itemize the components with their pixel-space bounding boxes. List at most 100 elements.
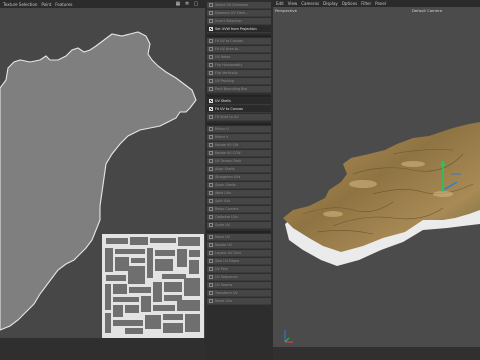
uv-command-item[interactable]: Select UV Elements [207,2,271,9]
uv-command-item[interactable]: Transform UV [207,290,271,297]
grid-icon[interactable]: ▦ [175,1,181,7]
uv-command-item[interactable]: UV Sequence [207,274,271,281]
uv-command-label: Fit Shell to UV [215,115,239,119]
viewport-menu-panel[interactable]: Panel [375,1,386,6]
uv-command-item[interactable]: Set UVW from Projection [207,26,271,33]
viewport-camera-name[interactable]: Default Camera [412,8,442,13]
viewport-menu-options[interactable]: Options [342,1,357,6]
uv-command-label: Flip Horizontally [215,63,243,67]
menu-separator [207,123,271,125]
settings-icon[interactable]: ✲ [184,1,190,7]
viewport-canvas[interactable] [273,14,480,347]
uv-command-item[interactable]: Straighten UVs [207,174,271,181]
axis-indicator [284,330,293,343]
uv-menu-features[interactable]: Features [55,2,72,7]
menu-separator [207,35,271,37]
uv-command-item[interactable]: UV Seams [207,282,271,289]
uv-command-item[interactable]: UV Packing [207,78,271,85]
uv-command-item[interactable]: Optimize UVs [207,214,271,221]
viewport-menu-view[interactable]: View [288,1,298,6]
menu-separator [207,95,271,97]
uv-command-item[interactable]: Stack Shells [207,182,271,189]
uv-editor-toolbar: ▦ ✲ ▢ [175,1,199,7]
terrain-render [283,122,480,343]
uv-command-item[interactable]: UV Relax [207,54,271,61]
viewport-menu-filter[interactable]: Filter [361,1,371,6]
uv-command-item[interactable]: UV Shells [207,98,271,105]
viewport-menu-cameras[interactable]: Cameras [301,1,319,6]
uv-command-item[interactable]: Weld UVs [207,190,271,197]
command-icon [209,39,213,43]
uv-command-item[interactable]: UV Peel [207,266,271,273]
uv-command-label: UV Relax [215,55,231,59]
uv-command-label: Mirror U [215,127,229,131]
close-icon[interactable]: ▢ [193,1,199,7]
uv-command-label: UV Peel [215,267,228,271]
uv-command-label: UV Packing [215,79,234,83]
uv-command-item[interactable]: Invert Selection [207,18,271,25]
uv-command-item[interactable]: Reset UVs [207,298,271,305]
3d-viewport: Edit View Cameras Display Options Filter… [273,0,480,360]
command-icon [209,79,213,83]
command-icon [209,19,213,23]
uv-command-item[interactable]: Rotate UV [207,242,271,249]
uv-menu-texture-selection[interactable]: Texture Selection [3,2,37,7]
uv-command-item[interactable]: Fit UV Area to... [207,46,271,53]
uv-command-item[interactable]: Relax Corners [207,206,271,213]
viewport-menu-edit[interactable]: Edit [276,1,284,6]
command-icon [209,99,213,103]
uv-command-item[interactable]: UV Terrain Pack [207,158,271,165]
uv-command-label: Weld UVs [215,191,231,195]
uv-command-label: UV Sequence [215,275,238,279]
uv-command-item[interactable]: Flip Vertically [207,70,271,77]
command-icon [209,199,213,203]
command-icon [209,251,213,255]
uv-command-label: Reset UVs [215,299,233,303]
uv-command-item[interactable]: Flip Horizontally [207,62,271,69]
uv-command-item[interactable]: Fit UV to Canvas [207,38,271,45]
command-icon [209,259,213,263]
uv-command-label: Fit UV to Canvas [215,107,243,111]
uv-command-label: Move UV [215,235,230,239]
uv-command-item[interactable]: Rotate 90 CW [207,142,271,149]
command-icon [209,183,213,187]
command-icon [209,175,213,179]
command-icon [209,63,213,67]
command-icon [209,71,213,75]
command-icon [209,87,213,91]
viewport-menu-display[interactable]: Display [323,1,338,6]
command-icon [209,299,213,303]
command-icon [209,55,213,59]
uv-command-label: Invert Selection [215,19,242,23]
uv-command-label: Flip Vertically [215,71,238,75]
uv-command-item[interactable]: Scale UV [207,222,271,229]
uv-command-item[interactable]: Mirror U [207,126,271,133]
uv-canvas[interactable] [0,8,205,338]
uv-command-item[interactable]: Mirror V [207,134,271,141]
uv-command-label: Sew UV Edges [215,259,240,263]
command-icon [209,127,213,131]
uv-command-item[interactable]: Move UV [207,234,271,241]
command-icon [209,167,213,171]
viewport-statusbar [273,347,480,360]
command-icon [209,275,213,279]
command-icon [209,115,213,119]
command-icon [209,243,213,247]
command-icon [209,143,213,147]
uv-command-item[interactable]: Pack Bounding Box [207,86,271,93]
uv-command-item[interactable]: Split UVs [207,198,271,205]
uv-command-item[interactable]: Rotate 90 CCW [207,150,271,157]
uv-menu-point[interactable]: Point [41,2,51,7]
uv-command-item[interactable]: Fit UV to Canvas [207,106,271,113]
uv-editor-statusbar [0,338,205,360]
uv-command-item[interactable]: Align Shells [207,166,271,173]
uv-editor-menubar: Texture Selection Point Features ▦ ✲ ▢ [0,0,205,8]
uv-command-item[interactable]: Fit Shell to UV [207,114,271,121]
uv-command-label: Transform UV [215,291,238,295]
uv-command-item[interactable]: Sew UV Edges [207,258,271,265]
uv-command-label: Set UVW from Projection [215,27,257,31]
uv-command-item[interactable]: Layout UV Grid [207,250,271,257]
uv-command-item[interactable]: Deselect UV Elem... [207,10,271,17]
command-icon [209,159,213,163]
command-icon [209,11,213,15]
